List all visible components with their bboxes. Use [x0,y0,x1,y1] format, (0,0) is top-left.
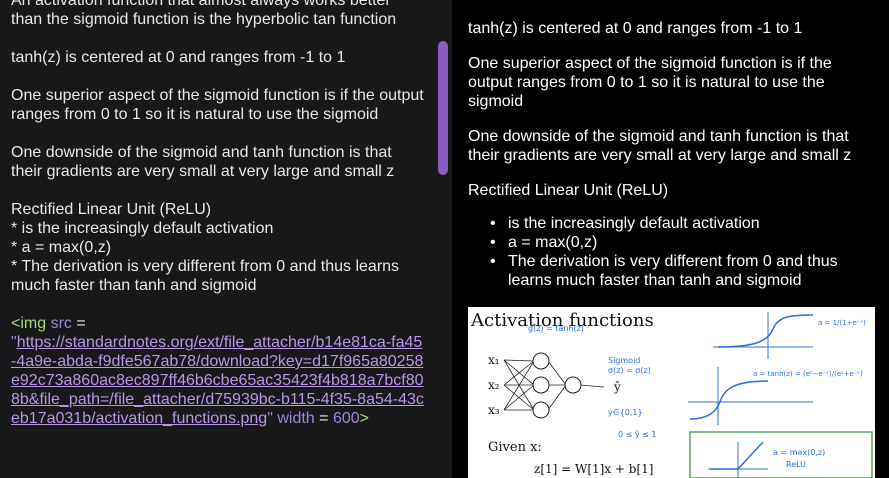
editor-line: * The derivation is very different from … [11,258,400,275]
preview-text: One superior aspect of the sigmoid funct… [468,55,832,110]
list-item: The derivation is very different from 0 … [468,252,868,290]
standard-notes-app: An activation function that almost alway… [0,0,889,478]
list-item: is the increasingly default activation [468,214,868,233]
editor-line: * a = max(0,z) [11,239,112,256]
network-edges [503,359,605,411]
preview-sigmoid-paragraph: One superior aspect of the sigmoid funct… [468,54,868,111]
figure-equation: z[1] = W[1]x + b[1] [534,462,653,476]
tanh-plot: a = tanh(z) = (eᶻ−e⁻ᶻ)/(eᶻ+e⁻ᶻ) [688,367,863,425]
editor-text[interactable]: An activation function that almost alway… [11,0,426,447]
editor-line: An activation function that almost alway… [11,0,391,9]
sigmoid-plot: a = 1/(1+e⁻ᶻ) [713,312,866,359]
figure-x1: x₁ [488,353,500,367]
img-width-value: 600 [332,410,360,427]
markdown-editor-pane[interactable]: An activation function that almost alway… [0,0,452,478]
label-a-sigmoid: a = 1/(1+e⁻ᶻ) [818,319,866,327]
img-tag-open: <img [11,315,47,332]
preview-text: Rectified Linear Unit (ReLU) [468,182,669,199]
editor-scrollbar-thumb[interactable] [438,41,448,175]
figure-given: Given x: [488,440,542,455]
img-src-attr: src [50,315,72,332]
label-relu: ReLU [786,460,806,469]
figure-note-range: 0 ≤ ŷ ≤ 1 [618,430,657,439]
figure-x3: x₃ [488,403,500,417]
figure-note-sigmoid: Sigmoid [608,356,640,365]
preview-relu-heading: Rectified Linear Unit (ReLU) [468,181,868,200]
editor-paragraph-sigmoid: One superior aspect of the sigmoid funct… [11,86,426,124]
preview-downside-paragraph: One downside of the sigmoid and tanh fun… [468,127,868,165]
figure-yhat: ŷ [613,380,621,394]
preview-tanh-line: tanh(z) is centered at 0 and ranges from… [468,19,868,38]
img-quote-close: " [267,410,273,427]
img-eq: = [71,315,86,332]
editor-line: their gradients are very small at very l… [11,163,395,180]
editor-paragraph-relu: Rectified Linear Unit (ReLU) * is the in… [11,200,426,295]
preview-relu-list: is the increasingly default activation a… [468,214,868,290]
img-tag-close: > [359,410,369,427]
editor-line: One downside of the sigmoid and tanh fun… [11,144,392,161]
editor-line: * is the increasingly default activation [11,220,274,237]
preview-text: One downside of the sigmoid and tanh fun… [468,128,852,164]
list-item: a = max(0,z) [468,233,868,252]
img-width-attr: width [277,410,315,427]
editor-line: than the sigmoid function is the hyperbo… [11,11,397,28]
editor-paragraph-tanh: tanh(z) is centered at 0 and ranges from… [11,48,426,67]
editor-line: tanh(z) is centered at 0 and ranges from… [11,49,346,66]
network-nodes [532,352,582,419]
figure-note-g: g(z) = tanh(z) [528,324,584,333]
label-relu-a: a = max(0,z) [773,448,825,457]
editor-line: ranges from 0 to 1 so it is natural to u… [11,106,379,123]
editor-line: One superior aspect of the sigmoid funct… [11,87,424,104]
preview-text: tanh(z) is centered at 0 and ranges from… [468,20,803,37]
figure-note-sigma: σ(z) = σ(z) [608,366,651,375]
editor-line: Rectified Linear Unit (ReLU) [11,201,212,218]
markdown-preview-pane: tanh(z) is centered at 0 and ranges from… [456,0,889,478]
figure-x2: x₂ [488,378,500,392]
editor-paragraph-intro: An activation function that almost alway… [11,0,426,29]
relu-box: a = max(0,z) ReLU [689,431,873,478]
editor-scrollbar[interactable] [438,41,448,177]
activation-functions-figure: Activation functions x₁ x₂ x₃ ŷ g(z) = t… [470,310,873,478]
img-width-eq: = [314,410,333,427]
editor-line: much faster than tanh and sigmoid [11,277,257,294]
editor-img-tag: <img src = "https://standardnotes.org/ext… [11,314,426,428]
editor-paragraph-downside: One downside of the sigmoid and tanh fun… [11,143,426,181]
activation-functions-image: Activation functions x₁ x₂ x₃ ŷ g(z) = t… [468,307,875,478]
figure-note-y: y∈{0,1} [608,408,643,417]
label-a-tanh: a = tanh(z) = (eᶻ−e⁻ᶻ)/(eᶻ+e⁻ᶻ) [753,370,863,378]
